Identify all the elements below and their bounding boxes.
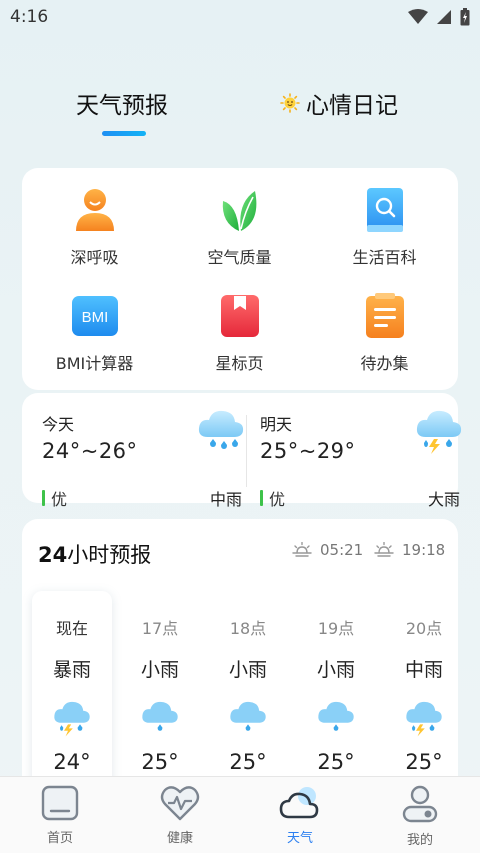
thunderstorm-icon — [54, 701, 90, 737]
bmi-icon-text: BMI — [81, 309, 108, 326]
day-divider — [246, 415, 247, 487]
hour-condition: 小雨 — [316, 659, 355, 681]
nav-weather[interactable]: 天气 — [240, 785, 360, 846]
leaf-icon — [216, 186, 264, 234]
hour-time: 18点 — [229, 619, 267, 638]
sun-face-icon — [280, 93, 300, 113]
tool-deep-breath[interactable]: 深呼吸 — [22, 186, 167, 268]
tab-mood-label: 心情日记 — [306, 93, 398, 119]
hour-temp: 24° — [53, 750, 91, 774]
tool-label: 待办集 — [360, 354, 409, 373]
today-aqi-label: 优 — [51, 490, 68, 509]
hour-temp: 25° — [405, 750, 443, 774]
light-rain-icon — [318, 701, 354, 731]
heavy-rain-icon — [416, 410, 462, 454]
hourly-title: 24小时预报 — [38, 539, 151, 569]
hour-time: 19点 — [317, 619, 355, 638]
nav-profile-label: 我的 — [406, 833, 433, 848]
sunset-icon — [374, 542, 394, 557]
today-desc: 中雨 — [209, 490, 242, 509]
home-icon — [41, 785, 79, 821]
bookmark-icon — [216, 292, 264, 340]
nav-profile[interactable]: 我的 — [360, 785, 480, 848]
hour-temp: 25° — [317, 750, 355, 774]
tab-weather-forecast[interactable]: 天气预报 — [76, 86, 168, 120]
tool-air-quality[interactable]: 空气质量 — [167, 186, 312, 268]
tomorrow-forecast[interactable]: 明天 25°~29° 优 大雨 — [260, 410, 462, 509]
hourly-title-number: 24 — [38, 543, 68, 567]
sunrise-info: 05:21 — [292, 541, 363, 559]
person-icon — [71, 186, 119, 234]
tool-label: 生活百科 — [352, 248, 417, 267]
weather-cloud-icon — [279, 787, 319, 819]
tomorrow-aqi: 优 — [260, 486, 285, 510]
light-rain-icon — [230, 701, 266, 731]
hour-condition: 小雨 — [140, 659, 179, 681]
bottom-nav: 首页 健康 天气 我的 — [0, 776, 480, 853]
status-time: 4:16 — [10, 7, 49, 27]
sunrise-time: 05:21 — [320, 541, 364, 559]
thunderstorm-icon — [406, 701, 442, 737]
today-aqi: 优 — [42, 486, 67, 510]
tool-bookmarks[interactable]: 星标页 — [167, 292, 312, 374]
light-rain-icon — [142, 701, 178, 731]
battery-icon — [460, 8, 470, 26]
nav-home[interactable]: 首页 — [0, 785, 120, 846]
tab-indicator — [102, 131, 146, 136]
aqi-indicator — [42, 490, 45, 506]
todo-icon — [361, 292, 409, 340]
tomorrow-desc: 大雨 — [427, 490, 460, 509]
signal-icon — [437, 10, 451, 24]
hour-time: 现在 — [55, 619, 88, 638]
forecast-card: 今天 24°~26° 优 中雨 明天 25°~29° 优 大雨 — [22, 393, 462, 509]
nav-health-label: 健康 — [166, 831, 193, 846]
sunset-time: 19:18 — [402, 541, 446, 559]
tomorrow-aqi-label: 优 — [269, 490, 286, 509]
hour-time: 20点 — [405, 619, 443, 638]
sunrise-icon — [292, 542, 312, 557]
hour-condition: 暴雨 — [52, 659, 91, 681]
nav-home-label: 首页 — [46, 831, 73, 846]
profile-icon — [402, 785, 438, 823]
encyclopedia-icon — [361, 186, 409, 234]
hour-condition: 中雨 — [404, 659, 443, 681]
tool-encyclopedia[interactable]: 生活百科 — [312, 186, 457, 268]
top-tabs: 天气预报 心情日记 — [0, 80, 480, 140]
tab-weather-label: 天气预报 — [76, 93, 168, 119]
today-forecast[interactable]: 今天 24°~26° 优 中雨 — [42, 410, 244, 509]
tool-label: 深呼吸 — [70, 248, 119, 267]
hour-condition: 小雨 — [228, 659, 267, 681]
status-bar: 4:16 — [0, 0, 480, 34]
status-icons — [408, 8, 470, 26]
tab-mood-diary[interactable]: 心情日记 — [280, 86, 398, 120]
tool-label: BMI计算器 — [55, 354, 134, 373]
aqi-indicator — [260, 490, 263, 506]
tools-card: 深呼吸 空气质量 生活百科 BMI BMI计算器 星标页 待办集 — [22, 168, 458, 390]
hour-temp: 25° — [229, 750, 267, 774]
hour-time: 17点 — [141, 619, 179, 638]
tool-label: 空气质量 — [207, 248, 272, 267]
hour-temp: 25° — [141, 750, 179, 774]
heart-pulse-icon — [160, 786, 200, 821]
tool-bmi[interactable]: BMI BMI计算器 — [22, 292, 167, 374]
bmi-icon: BMI — [71, 292, 119, 340]
nav-health[interactable]: 健康 — [120, 785, 240, 846]
wifi-icon — [408, 9, 428, 24]
hourly-title-text: 小时预报 — [67, 543, 152, 567]
tool-label: 星标页 — [215, 354, 264, 373]
tool-todo[interactable]: 待办集 — [312, 292, 457, 374]
moderate-rain-icon — [198, 410, 244, 449]
nav-weather-label: 天气 — [286, 831, 313, 846]
sunset-info: 19:18 — [374, 541, 445, 559]
